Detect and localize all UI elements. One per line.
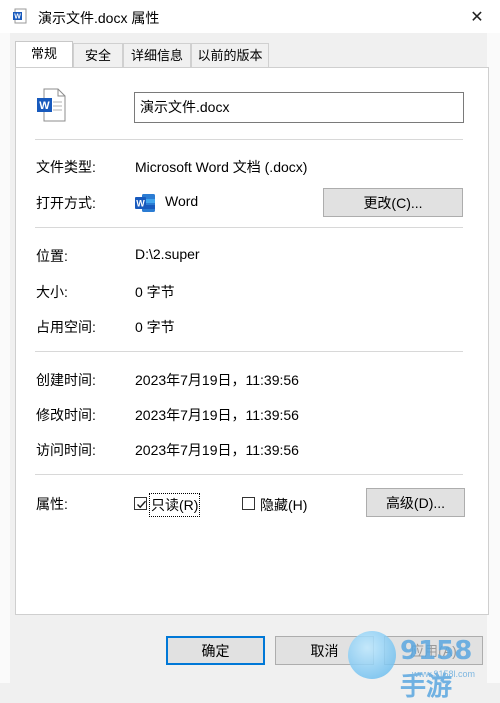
location-label: 位置: (36, 248, 68, 264)
attributes-label: 属性: (36, 496, 68, 512)
hidden-checkbox[interactable] (242, 497, 255, 510)
file-type-label: 文件类型: (36, 159, 96, 175)
change-button[interactable]: 更改(C)... (323, 188, 463, 217)
checkmark-icon (137, 500, 147, 509)
open-with-value: Word (165, 193, 199, 209)
title-bar: W 演示文件.docx 属性 ✕ (0, 0, 500, 33)
tab-label: 安全 (84, 48, 111, 63)
ok-button[interactable]: 确定 (166, 636, 265, 665)
background-window-left (0, 33, 10, 683)
accessed-value: 2023年7月19日，11:39:56 (135, 442, 299, 458)
tab-label: 以前的版本 (197, 48, 263, 63)
readonly-checkbox[interactable] (134, 497, 147, 510)
svg-text:W: W (39, 100, 50, 112)
size-on-disk-label: 占用空间: (36, 319, 96, 335)
ok-button-label: 确定 (201, 642, 230, 659)
watermark: 9158手游 www.9158l.com (348, 628, 498, 702)
tab-label: 常规 (30, 46, 57, 61)
readonly-label[interactable]: 只读(R) (148, 493, 201, 517)
size-on-disk-value: 0 字节 (135, 319, 175, 335)
tab-details[interactable]: 详细信息 (123, 43, 191, 67)
advanced-button[interactable]: 高级(D)... (366, 488, 465, 517)
created-value: 2023年7月19日，11:39:56 (135, 372, 299, 388)
created-label: 创建时间: (36, 372, 96, 388)
word-doc-icon: W (13, 8, 27, 24)
watermark-logo-icon (348, 631, 396, 679)
file-type-value: Microsoft Word 文档 (.docx) (135, 159, 308, 175)
size-value: 0 字节 (135, 284, 175, 300)
accessed-label: 访问时间: (36, 442, 96, 458)
tab-previous-versions[interactable]: 以前的版本 (191, 43, 269, 67)
advanced-button-label: 高级(D)... (385, 494, 446, 511)
divider (35, 474, 463, 475)
tab-general[interactable]: 常规 (15, 41, 73, 67)
hidden-label[interactable]: 隐藏(H) (260, 495, 307, 515)
modified-label: 修改时间: (36, 407, 96, 423)
watermark-url: www.9158l.com (412, 669, 476, 679)
open-with-label: 打开方式: (36, 195, 96, 211)
svg-text:W: W (14, 14, 21, 21)
divider (35, 227, 463, 228)
window-title: 演示文件.docx 属性 (38, 10, 160, 26)
location-value: D:\2.super (135, 246, 200, 262)
divider (35, 139, 463, 140)
general-panel (15, 67, 489, 615)
close-icon: ✕ (470, 8, 484, 26)
word-app-icon: W (135, 194, 155, 212)
close-button[interactable]: ✕ (454, 0, 500, 33)
modified-value: 2023年7月19日，11:39:56 (135, 407, 299, 423)
divider (35, 351, 463, 352)
word-doc-icon: W (37, 88, 66, 122)
file-name-input[interactable]: 演示文件.docx (134, 92, 464, 123)
change-button-label: 更改(C)... (363, 194, 423, 211)
tab-security[interactable]: 安全 (73, 43, 123, 67)
cancel-button-label: 取消 (310, 642, 339, 659)
svg-text:W: W (136, 199, 145, 209)
tab-label: 详细信息 (130, 48, 183, 63)
size-label: 大小: (36, 284, 68, 300)
